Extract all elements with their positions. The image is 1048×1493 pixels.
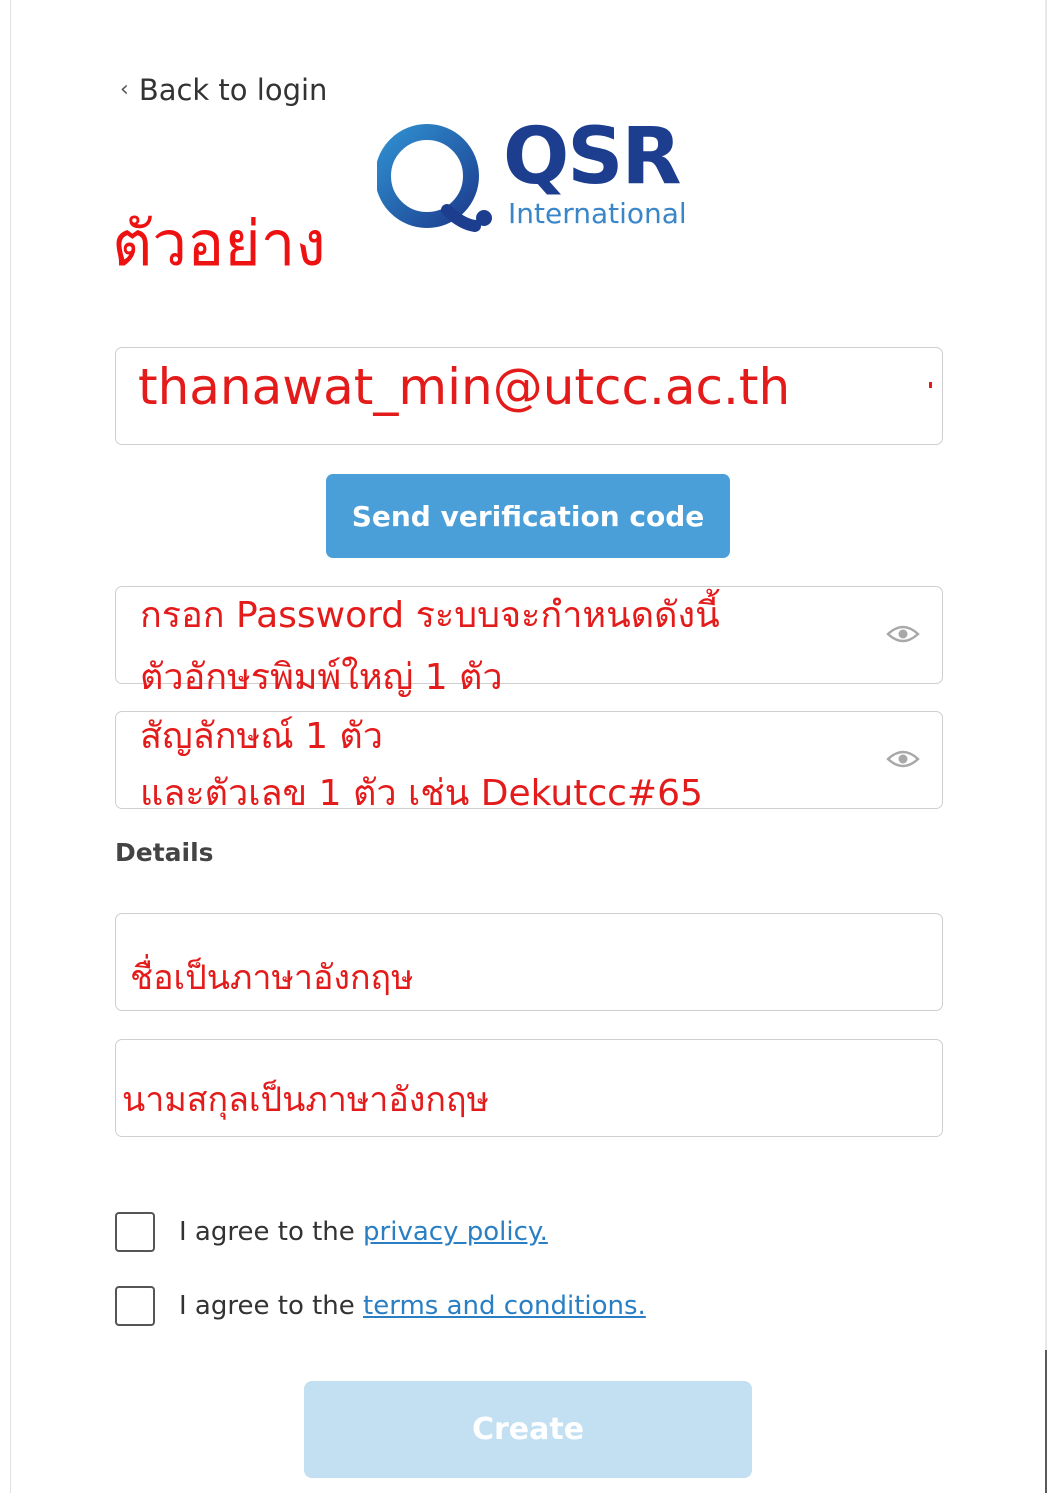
password-note-line-1: กรอก Password ระบบจะกำหนดดังนี้ bbox=[140, 595, 720, 636]
email-value: thanawat_min@utcc.ac.th bbox=[138, 358, 791, 416]
logo-brand-text: QSR bbox=[503, 112, 682, 202]
create-button[interactable]: Create bbox=[304, 1381, 752, 1478]
password-note-line-2: ตัวอักษรพิมพ์ใหญ่ 1 ตัว bbox=[140, 657, 503, 698]
send-verification-code-button[interactable]: Send verification code bbox=[326, 474, 730, 558]
email-field[interactable]: thanawat_min@utcc.ac.th bbox=[115, 347, 943, 445]
terms-agreement-row: I agree to the terms and conditions. bbox=[115, 1286, 646, 1326]
details-heading: Details bbox=[115, 838, 214, 867]
last-name-field[interactable]: นามสกุลเป็นภาษาอังกฤษ bbox=[115, 1039, 943, 1137]
eye-icon[interactable] bbox=[886, 748, 920, 770]
privacy-prefix: I agree to the bbox=[179, 1217, 364, 1247]
password-note-line-4: และตัวเลข 1 ตัว เช่น Dekutcc#65 bbox=[140, 773, 703, 814]
scrollbar-edge bbox=[1045, 1350, 1047, 1493]
first-name-value: ชื่อเป็นภาษาอังกฤษ bbox=[130, 958, 414, 998]
red-mark bbox=[929, 382, 932, 388]
eye-icon[interactable] bbox=[886, 623, 920, 645]
frame-right-border bbox=[1045, 0, 1047, 1493]
password-note-line-3: สัญลักษณ์ 1 ตัว bbox=[140, 716, 384, 757]
privacy-checkbox[interactable] bbox=[115, 1212, 155, 1252]
privacy-agreement-text: I agree to the privacy policy. bbox=[179, 1217, 548, 1247]
last-name-value: นามสกุลเป็นภาษาอังกฤษ bbox=[122, 1080, 489, 1120]
logo-sub-text: International bbox=[508, 197, 687, 230]
frame-left-border bbox=[10, 0, 11, 1493]
back-to-login-link[interactable]: ‹ Back to login bbox=[120, 70, 327, 110]
terms-prefix: I agree to the bbox=[179, 1291, 364, 1321]
sample-annotation: ตัวอย่าง bbox=[112, 207, 326, 280]
privacy-policy-link[interactable]: privacy policy. bbox=[363, 1217, 548, 1247]
terms-and-conditions-link[interactable]: terms and conditions. bbox=[363, 1291, 646, 1321]
chevron-left-icon: ‹ bbox=[120, 77, 129, 102]
first-name-field[interactable]: ชื่อเป็นภาษาอังกฤษ bbox=[115, 913, 943, 1011]
privacy-agreement-row: I agree to the privacy policy. bbox=[115, 1212, 548, 1252]
back-to-login-label: Back to login bbox=[138, 73, 328, 107]
terms-checkbox[interactable] bbox=[115, 1286, 155, 1326]
terms-agreement-text: I agree to the terms and conditions. bbox=[179, 1291, 646, 1321]
